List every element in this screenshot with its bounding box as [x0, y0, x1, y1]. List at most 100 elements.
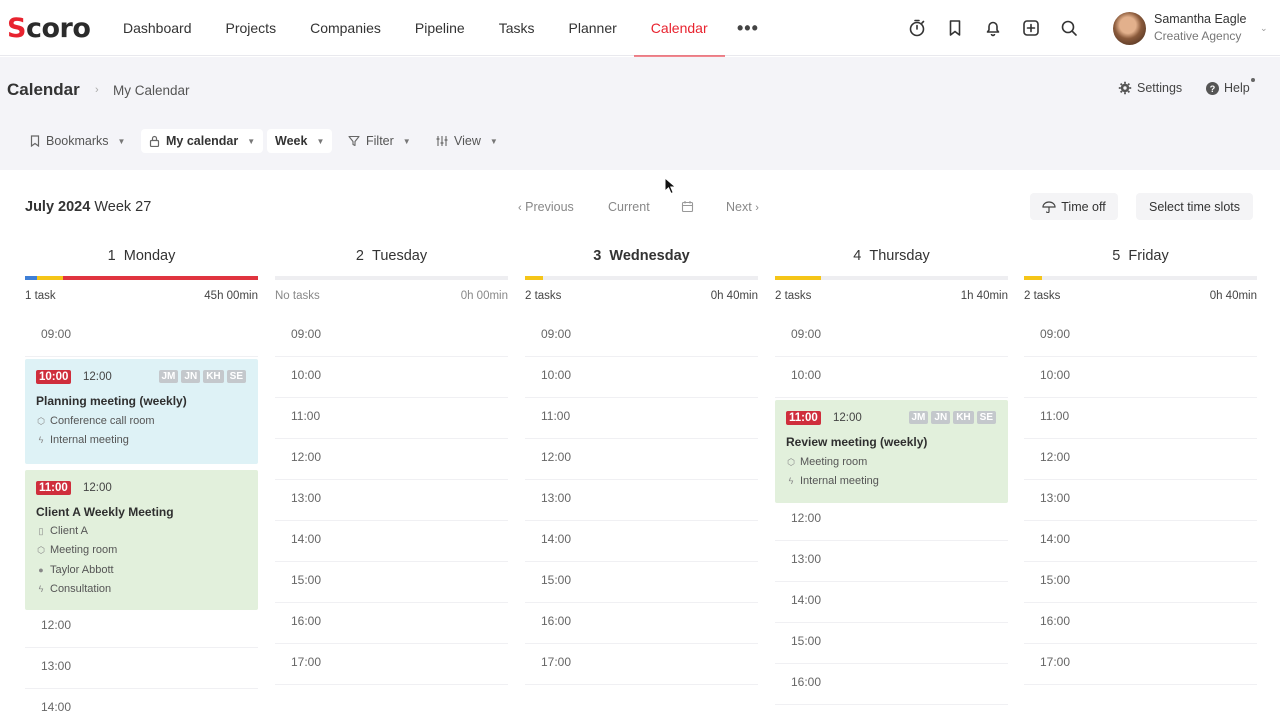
nav-dashboard[interactable]: Dashboard — [106, 0, 209, 56]
timer-icon[interactable] — [907, 18, 927, 38]
calendar-select-dropdown[interactable]: My calendar ▼ — [141, 129, 264, 153]
nav-projects[interactable]: Projects — [209, 0, 294, 56]
time-slot[interactable]: 13:00 — [775, 541, 1008, 582]
time-slot[interactable]: 10:00 — [1024, 357, 1257, 398]
event-client-a-weekly-meeting[interactable]: 11:00 12:00 Client A Weekly Meeting ▯ Cli… — [25, 470, 258, 610]
filter-dropdown[interactable]: Filter ▼ — [340, 129, 419, 153]
more-menu-icon[interactable]: ••• — [737, 18, 759, 39]
time-slot[interactable]: 12:00 — [525, 439, 758, 480]
user-profile[interactable]: Samantha Eagle Creative Agency ⌄ — [1113, 10, 1273, 46]
time-slot[interactable]: 10:00 — [525, 357, 758, 398]
day-header-today[interactable]: 3 Wednesday — [525, 248, 758, 272]
event-planning-meeting[interactable]: 10:00 12:00 JM JN KH SE Planning meeting… — [25, 359, 258, 464]
next-button[interactable]: Next › — [726, 200, 759, 214]
breadcrumb-my-calendar[interactable]: My Calendar — [113, 83, 190, 98]
bell-icon[interactable] — [983, 18, 1003, 38]
time-slot[interactable]: 14:00 — [775, 582, 1008, 623]
time-slot[interactable]: 17:00 — [525, 644, 758, 685]
settings-button[interactable]: Settings — [1118, 81, 1182, 95]
nav-companies[interactable]: Companies — [293, 0, 398, 56]
time-slot[interactable]: 16:00 — [1024, 603, 1257, 644]
caret-down-icon: ▼ — [247, 136, 256, 146]
range-dropdown[interactable]: Week ▼ — [267, 129, 333, 153]
time-slot[interactable]: 12:00 — [1024, 439, 1257, 480]
time-slot[interactable]: 09:00 — [775, 316, 1008, 357]
event-start-time: 10:00 — [36, 370, 72, 384]
user-organization: Creative Agency — [1154, 29, 1242, 43]
day-header[interactable]: 4 Thursday — [775, 248, 1008, 272]
time-slot[interactable]: 09:00 — [1024, 316, 1257, 357]
calendar-picker-icon[interactable] — [681, 200, 694, 213]
time-slot[interactable]: 14:00 — [1024, 521, 1257, 562]
event-review-meeting[interactable]: 11:00 12:00 JM JN KH SE Review meeting (… — [775, 400, 1008, 503]
help-button[interactable]: ? Help — [1206, 81, 1250, 95]
time-slot[interactable]: 10:00 — [275, 357, 508, 398]
time-slot[interactable]: 09:00 — [275, 316, 508, 357]
nav-pipeline[interactable]: Pipeline — [398, 0, 482, 56]
day-header[interactable]: 1 Monday — [25, 248, 258, 272]
time-slot[interactable]: 13:00 — [275, 480, 508, 521]
time-off-button[interactable]: Time off — [1030, 193, 1118, 220]
event-location: ⬡ Conference call room — [37, 415, 155, 427]
time-slot[interactable]: 09:00 — [25, 316, 258, 357]
time-slot[interactable]: 17:00 — [275, 644, 508, 685]
time-slot[interactable]: 15:00 — [775, 623, 1008, 664]
next-label: Next — [726, 200, 752, 214]
week-title: July 2024 Week 27 — [25, 199, 151, 215]
time-slot[interactable]: 13:00 — [525, 480, 758, 521]
bookmark-icon — [30, 135, 40, 147]
time-slot[interactable]: 11:00 — [275, 398, 508, 439]
filter-icon — [348, 135, 360, 147]
day-name: Friday — [1128, 248, 1169, 264]
time-slot[interactable]: 12:00 — [275, 439, 508, 480]
nav-tasks[interactable]: Tasks — [482, 0, 552, 56]
time-slot[interactable]: 13:00 — [25, 648, 258, 689]
day-name: Wednesday — [609, 248, 690, 264]
bookmarks-dropdown[interactable]: Bookmarks ▼ — [22, 129, 133, 153]
nav-planner[interactable]: Planner — [552, 0, 634, 56]
event-end-time: 12:00 — [833, 412, 862, 424]
bookmarks-label: Bookmarks — [46, 134, 109, 148]
slot-time: 13:00 — [41, 659, 72, 673]
task-count: 2 tasks — [775, 290, 812, 302]
time-slot[interactable]: 09:00 — [525, 316, 758, 357]
time-slot[interactable]: 16:00 — [525, 603, 758, 644]
add-icon[interactable] — [1021, 18, 1041, 38]
time-slot[interactable]: 16:00 — [275, 603, 508, 644]
time-slot[interactable]: 11:00 — [525, 398, 758, 439]
time-slot[interactable]: 10:00 — [775, 357, 1008, 398]
scoro-logo[interactable]: Scoro — [7, 13, 91, 44]
time-slot[interactable]: 12:00 — [25, 607, 258, 648]
time-slot[interactable]: 15:00 — [1024, 562, 1257, 603]
time-slot[interactable]: 14:00 — [275, 521, 508, 562]
previous-label: Previous — [525, 200, 574, 214]
nav-calendar[interactable]: Calendar — [633, 0, 725, 57]
time-slot[interactable]: 11:00 — [1024, 398, 1257, 439]
search-icon[interactable] — [1059, 18, 1079, 38]
day-header[interactable]: 5 Friday — [1024, 248, 1257, 272]
range-label: Week — [275, 134, 308, 148]
time-slot[interactable]: 15:00 — [275, 562, 508, 603]
previous-button[interactable]: ‹ Previous — [518, 200, 574, 214]
bookmark-icon[interactable] — [945, 18, 965, 38]
select-time-slots-button[interactable]: Select time slots — [1136, 193, 1253, 220]
time-slot[interactable]: 14:00 — [525, 521, 758, 562]
attendee-tag: SE — [226, 370, 246, 383]
day-column-monday: 1 Monday 1 task 45h 00min 09:00 10:00 12… — [25, 248, 258, 714]
day-summary: 1 task 45h 00min — [25, 290, 258, 310]
day-load-bar — [525, 276, 758, 280]
time-slot[interactable]: 17:00 — [1024, 644, 1257, 685]
svg-text:?: ? — [1210, 84, 1216, 94]
view-dropdown[interactable]: View ▼ — [428, 129, 506, 153]
time-slot[interactable]: 16:00 — [775, 664, 1008, 705]
total-duration: 0h 00min — [460, 290, 508, 302]
event-type: ϟ Internal meeting — [36, 434, 129, 446]
event-type: ϟ Internal meeting — [786, 475, 879, 487]
time-slot[interactable]: 14:00 — [25, 689, 258, 720]
day-header[interactable]: 2 Tuesday — [275, 248, 508, 272]
time-slot[interactable]: 12:00 — [775, 500, 1008, 541]
activity-icon: ϟ — [38, 584, 44, 594]
time-slot[interactable]: 13:00 — [1024, 480, 1257, 521]
current-button[interactable]: Current — [608, 200, 650, 214]
time-slot[interactable]: 15:00 — [525, 562, 758, 603]
